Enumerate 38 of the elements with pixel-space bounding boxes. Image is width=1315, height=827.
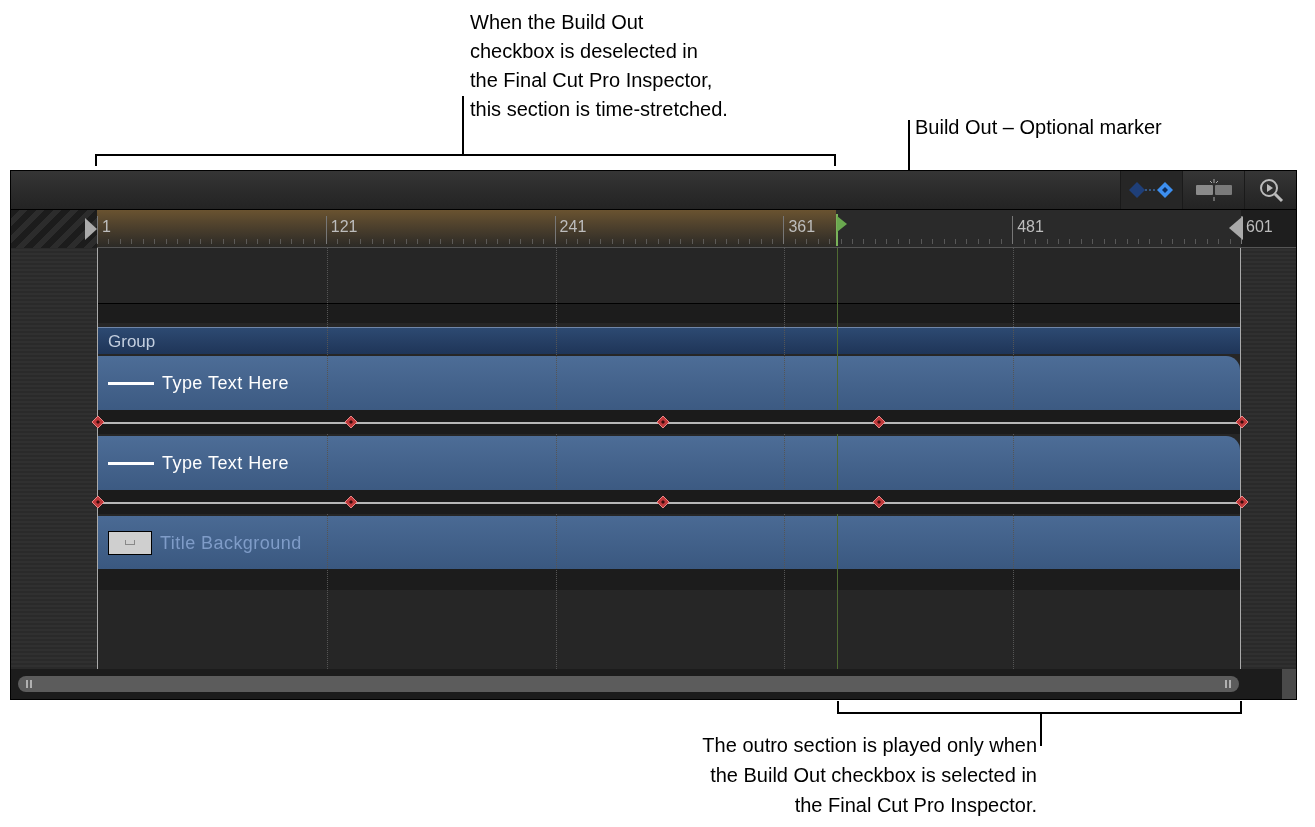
callout-text: When the Build Out checkbox is deselected in the Final Cut Pro Inspector, this section is time-stretched. [470, 10, 728, 122]
ruler-label: 121 [329, 217, 358, 237]
text-line-icon [108, 381, 154, 385]
keyframe-icon[interactable] [656, 415, 671, 429]
keyframe-icon[interactable] [872, 415, 887, 429]
text-layer-bar[interactable]: Type Text Here [98, 356, 1240, 410]
text-line-icon [108, 461, 154, 465]
keyframe-icon[interactable] [343, 415, 358, 429]
magnifier-play-icon [1257, 177, 1284, 203]
leader-line [462, 96, 464, 154]
scrollbar-thumb[interactable] [18, 676, 1239, 692]
text-layer-bar[interactable]: Type Text Here [98, 436, 1240, 490]
play-range-end-icon [1229, 216, 1243, 240]
callout-text: Build Out – Optional marker [915, 115, 1162, 140]
layer-name: Title Background [160, 533, 302, 552]
ruler-label: 601 [1245, 217, 1273, 237]
keyframe-icon[interactable] [91, 415, 105, 429]
resize-corner [1282, 669, 1296, 699]
leader-line [1040, 714, 1042, 746]
ruler-label: 361 [787, 217, 816, 237]
group-layer-bar[interactable]: Group [98, 327, 1240, 354]
image-thumbnail-icon [108, 530, 152, 555]
split-bars-icon [1193, 178, 1234, 202]
ruler-label: 481 [1016, 217, 1044, 237]
callout-text: The outro section is played only when the Build Out checkbox is selected in the Final Cut Pro Inspector. [702, 733, 1037, 818]
layer-name: Type Text Here [162, 454, 290, 472]
ruler-label: 1 [101, 217, 111, 237]
grip-icon [1225, 680, 1231, 688]
marker-flag-icon [836, 214, 848, 246]
keyframe-icon[interactable] [872, 495, 887, 509]
ruler-label: 241 [558, 217, 587, 237]
keyframe-icon[interactable] [656, 495, 671, 509]
keyframe-icon[interactable] [91, 495, 105, 509]
keyframe-toggle-button[interactable] [1120, 171, 1182, 209]
keyframe-icon[interactable] [343, 495, 358, 509]
grip-icon [26, 680, 32, 688]
layer-name: Type Text Here [162, 374, 290, 392]
layer-name: Group [108, 332, 156, 350]
